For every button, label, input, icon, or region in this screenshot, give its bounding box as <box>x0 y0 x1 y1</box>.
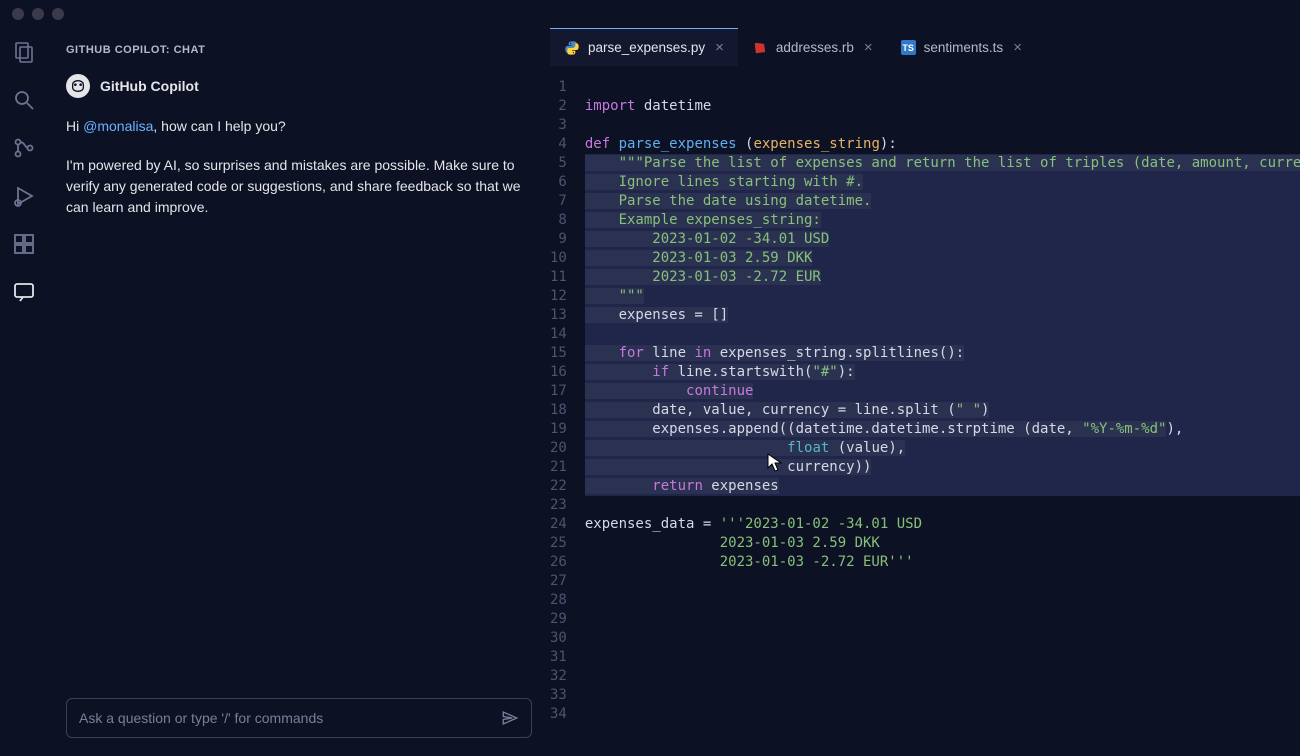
chat-input-container <box>66 698 532 738</box>
chat-input[interactable] <box>79 710 491 726</box>
traffic-light-zoom[interactable] <box>52 8 64 20</box>
run-debug-icon[interactable] <box>10 182 38 210</box>
copilot-chat-icon[interactable] <box>10 278 38 306</box>
tab-parse-expenses[interactable]: parse_expenses.py × <box>550 28 738 66</box>
tab-sentiments[interactable]: TS sentiments.ts × <box>887 28 1036 66</box>
close-icon[interactable]: × <box>1013 39 1022 56</box>
ruby-file-icon <box>752 40 768 56</box>
search-icon[interactable] <box>10 86 38 114</box>
python-file-icon <box>564 40 580 56</box>
close-icon[interactable]: × <box>715 39 724 56</box>
editor-tabs: parse_expenses.py × addresses.rb × TS se… <box>550 28 1300 66</box>
tab-label: sentiments.ts <box>924 40 1004 55</box>
close-icon[interactable]: × <box>864 39 873 56</box>
explorer-icon[interactable] <box>10 38 38 66</box>
code-content[interactable]: import datetime def parse_expenses (expe… <box>585 78 1300 756</box>
activity-bar <box>0 28 48 756</box>
chat-greeting: Hi @monalisa, how can I help you? <box>66 116 532 137</box>
copilot-chat-panel: GITHUB COPILOT: CHAT GitHub Copilot Hi @… <box>48 28 550 756</box>
panel-title: GITHUB COPILOT: CHAT <box>66 28 532 74</box>
editor-group: parse_expenses.py × addresses.rb × TS se… <box>550 28 1300 756</box>
extensions-icon[interactable] <box>10 230 38 258</box>
send-icon[interactable] <box>501 709 519 727</box>
copilot-name: GitHub Copilot <box>100 76 199 97</box>
source-control-icon[interactable] <box>10 134 38 162</box>
tab-addresses[interactable]: addresses.rb × <box>738 28 887 66</box>
traffic-light-minimize[interactable] <box>32 8 44 20</box>
code-editor[interactable]: 1 2 3 4 5 6 7 8 9 10 11 12 13 14 15 16 1… <box>550 66 1300 756</box>
tab-label: parse_expenses.py <box>588 40 705 55</box>
window-titlebar <box>0 0 1300 28</box>
copilot-avatar-icon <box>66 74 90 98</box>
tab-label: addresses.rb <box>776 40 854 55</box>
typescript-file-icon: TS <box>901 40 916 55</box>
chat-messages: GitHub Copilot Hi @monalisa, how can I h… <box>66 74 532 698</box>
line-number-gutter: 1 2 3 4 5 6 7 8 9 10 11 12 13 14 15 16 1… <box>550 78 585 756</box>
chat-disclaimer: I'm powered by AI, so surprises and mist… <box>66 155 532 218</box>
traffic-light-close[interactable] <box>12 8 24 20</box>
user-mention: @monalisa <box>83 118 153 134</box>
